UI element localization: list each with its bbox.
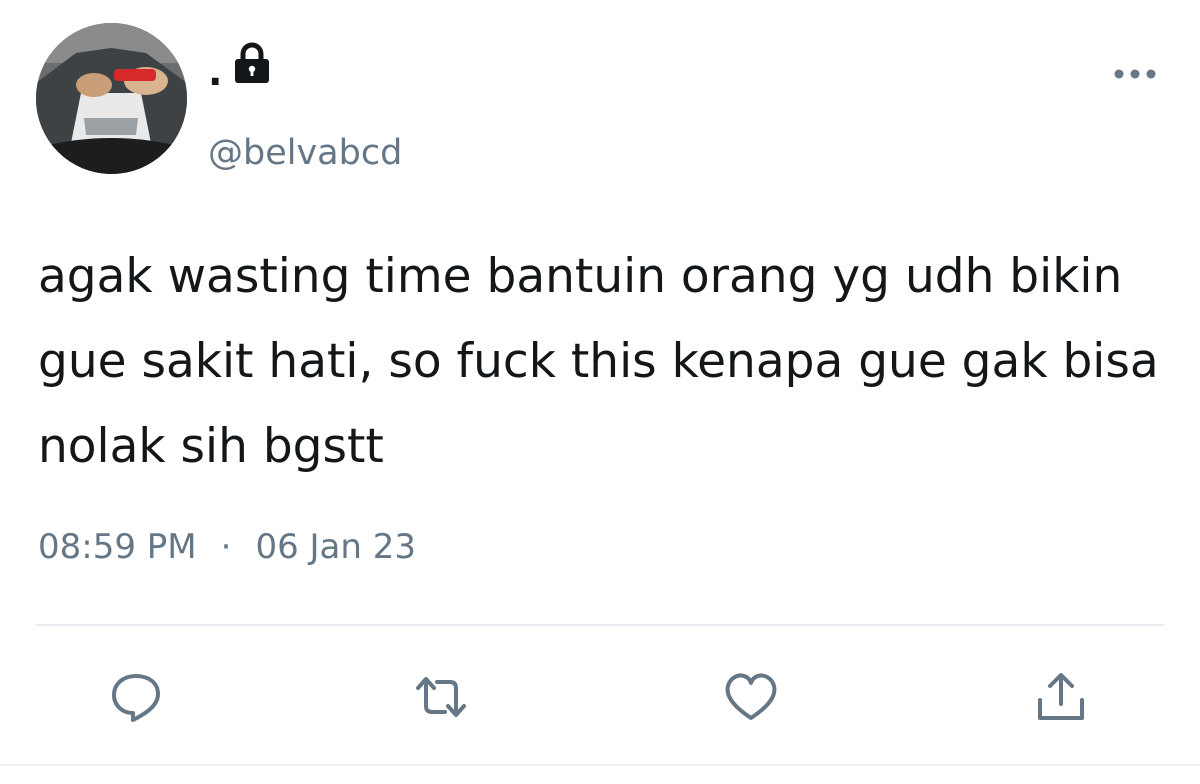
meta-separator: · xyxy=(220,527,232,567)
more-icon[interactable] xyxy=(1112,66,1158,82)
divider xyxy=(36,624,1164,626)
user-handle[interactable]: @belvabcd xyxy=(208,132,402,174)
tweet-time: 08:59 PM xyxy=(38,527,197,567)
tweet-date: 06 Jan 23 xyxy=(255,527,417,567)
retweet-icon xyxy=(416,677,466,717)
display-name[interactable]: . xyxy=(208,52,222,92)
avatar-image xyxy=(36,23,187,174)
like-button[interactable] xyxy=(722,668,780,726)
retweet-button[interactable] xyxy=(412,668,470,726)
share-button[interactable] xyxy=(1032,668,1090,726)
lock-icon xyxy=(235,42,269,83)
reply-button[interactable] xyxy=(107,668,165,726)
tweet-text: agak wasting time bantuin orang yg udh b… xyxy=(38,249,1159,474)
share-icon xyxy=(1038,673,1084,720)
heart-icon xyxy=(725,673,777,720)
avatar[interactable] xyxy=(36,23,187,174)
reply-icon xyxy=(112,674,160,722)
tweet-timestamp[interactable]: 08:59 PM · 06 Jan 23 xyxy=(38,527,416,567)
bottom-border xyxy=(0,764,1200,766)
